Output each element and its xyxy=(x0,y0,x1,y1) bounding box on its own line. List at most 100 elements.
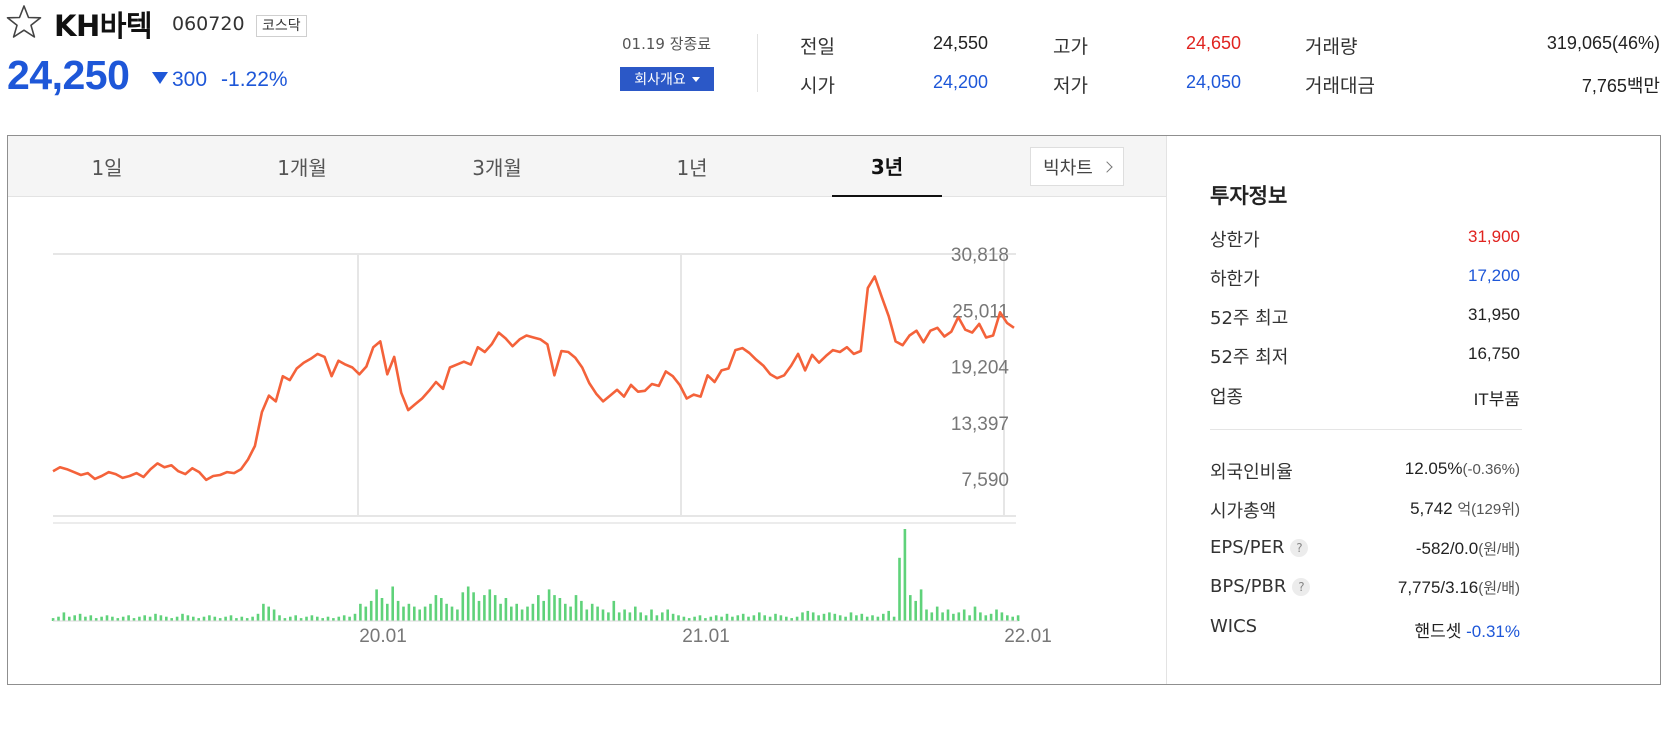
volume-bar xyxy=(310,615,314,622)
amount-label: 거래대금 xyxy=(1305,75,1375,97)
volume-bar xyxy=(768,616,772,621)
volume-bar xyxy=(326,616,330,621)
volume-bar xyxy=(838,615,842,622)
bps-pbr-unit: (원/배) xyxy=(1478,580,1520,597)
volume-bar xyxy=(440,598,443,621)
info-separator xyxy=(1210,429,1522,430)
market-cap-row: 5,742 억(129위) xyxy=(1410,498,1520,519)
volume-bar xyxy=(941,612,944,621)
volume-bar xyxy=(661,612,664,621)
volume-bar xyxy=(186,615,190,622)
volume-bar xyxy=(1006,615,1009,622)
volume-bar xyxy=(229,615,233,622)
volume-bar xyxy=(758,612,761,621)
low-label: 저가 xyxy=(1053,75,1088,97)
star-icon[interactable] xyxy=(6,4,42,40)
company-overview-button[interactable]: 회사개요 xyxy=(620,67,714,91)
volume-bar xyxy=(989,613,993,621)
eps-per-label: EPS/PER xyxy=(1210,537,1285,558)
price-line xyxy=(52,275,1015,482)
lower-limit-label: 하한가 xyxy=(1210,269,1260,290)
volume-bar xyxy=(477,600,481,621)
help-icon[interactable]: ? xyxy=(1290,539,1309,557)
upper-limit-value: 31,900 xyxy=(1468,227,1520,246)
volume-bar xyxy=(590,603,594,622)
volume-bar xyxy=(644,615,648,622)
help-icon[interactable]: ? xyxy=(1292,578,1311,596)
volume-bar xyxy=(741,613,745,621)
volume-bar xyxy=(946,609,950,621)
volume-bar xyxy=(817,615,820,622)
tab-1month[interactable]: 1개월 xyxy=(247,136,357,197)
week52-high-label: 52주 최고 xyxy=(1210,308,1289,329)
x-tick-label: 22.01 xyxy=(1004,626,1052,647)
volume-bar xyxy=(617,612,621,621)
wics-change: -0.31% xyxy=(1466,622,1520,641)
volume-bar xyxy=(466,586,470,621)
volume-bar xyxy=(531,603,535,622)
y-tick-label: 13,397 xyxy=(951,414,1009,435)
bigchart-button[interactable]: 빅차트 xyxy=(1030,147,1124,186)
volume-bar xyxy=(423,606,427,621)
bigchart-label: 빅차트 xyxy=(1043,157,1093,179)
tab-1day[interactable]: 1일 xyxy=(52,136,162,197)
volume-bar xyxy=(774,613,777,621)
volume-bar xyxy=(984,615,988,622)
tab-3month[interactable]: 3개월 xyxy=(442,136,552,197)
high-value: 24,650 xyxy=(1185,33,1241,53)
volume-bar xyxy=(105,615,109,622)
tab-1year[interactable]: 1년 xyxy=(637,136,747,197)
bps-pbr-row: 7,775/3.16(원/배) xyxy=(1398,577,1520,598)
foreign-ratio-value: 12.05% xyxy=(1404,459,1463,478)
volume-bar xyxy=(267,606,270,621)
high-label: 고가 xyxy=(1053,36,1088,58)
lower-limit-value: 17,200 xyxy=(1468,266,1520,285)
down-triangle-icon xyxy=(152,72,168,84)
wics-value[interactable]: 핸드셋 xyxy=(1414,622,1461,641)
volume-bar xyxy=(348,616,351,621)
bps-pbr-value: 7,775/3.16 xyxy=(1397,578,1479,597)
foreign-ratio-row: 12.05%(-0.36%) xyxy=(1405,459,1520,479)
volume-bar xyxy=(154,613,157,621)
volume-bar xyxy=(418,609,421,621)
volume-bar xyxy=(342,615,346,622)
stock-code: 060720 xyxy=(172,13,245,35)
volume-bar xyxy=(795,616,799,621)
price-chart[interactable]: 30,81825,01119,20413,3977,59020.01 21.01 2… xyxy=(8,197,1166,684)
y-tick-label: 30,818 xyxy=(951,245,1009,266)
volume-bar xyxy=(89,615,93,622)
week52-low-label: 52주 최저 xyxy=(1210,347,1289,368)
volume-bar xyxy=(488,589,492,621)
volume-bar xyxy=(413,606,416,621)
volume-bar xyxy=(510,606,513,621)
volume-bar xyxy=(693,616,696,621)
prev-close-label: 전일 xyxy=(800,36,835,58)
volume-bar xyxy=(262,603,265,622)
tab-3year[interactable]: 3년 xyxy=(832,136,942,197)
volume-bar xyxy=(515,603,518,622)
volume-bar xyxy=(1016,615,1020,622)
volume-bar xyxy=(752,615,756,622)
volume-bar xyxy=(801,612,804,621)
volume-bar xyxy=(558,598,562,621)
volume-bar xyxy=(935,606,939,621)
volume-bar xyxy=(62,612,66,621)
volume-bar xyxy=(903,529,907,621)
market-close-label: 01.19 장종료 xyxy=(622,35,712,53)
prev-close-value: 24,550 xyxy=(932,33,988,53)
eps-per-label-row: EPS/PER? xyxy=(1210,537,1309,558)
volume-bar xyxy=(256,613,260,621)
volume-bar xyxy=(725,613,729,621)
amount-value-wrap: 7,765백만 xyxy=(1582,72,1660,98)
volume-bar xyxy=(159,615,163,622)
volume-bar xyxy=(73,615,76,622)
market-cap-unit: 억 xyxy=(1457,501,1472,518)
volume-bar xyxy=(316,616,319,621)
volume-bar xyxy=(612,600,616,621)
volume-bar xyxy=(224,616,227,621)
open-label: 시가 xyxy=(800,75,835,97)
sector-value[interactable]: IT부품 xyxy=(1474,385,1520,410)
volume-bar xyxy=(138,616,141,621)
volume-bar xyxy=(175,616,179,621)
volume-bar xyxy=(925,609,928,621)
